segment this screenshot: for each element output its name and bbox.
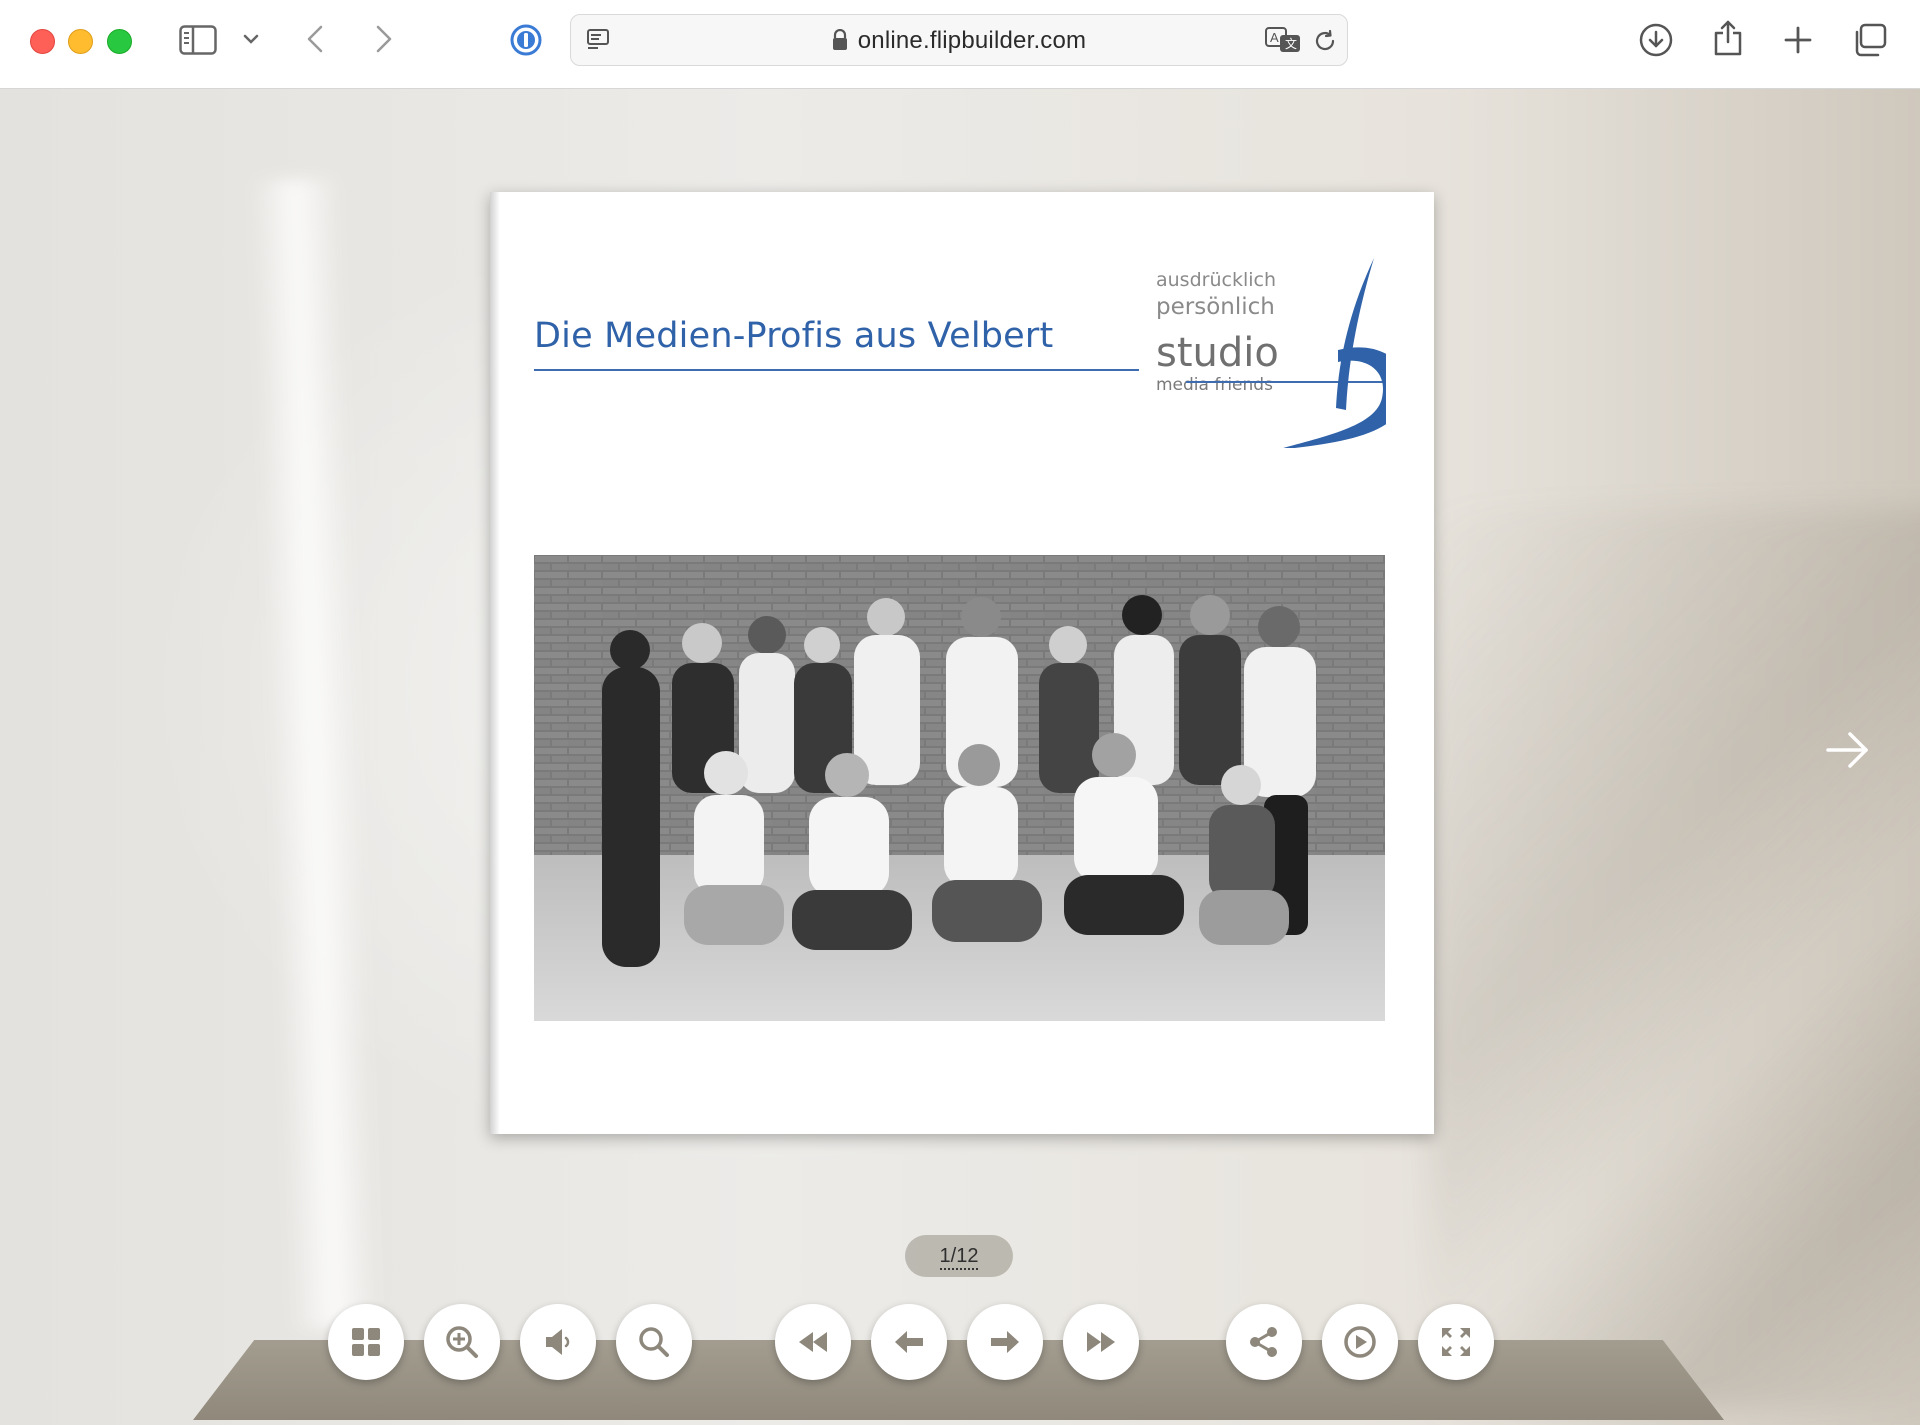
fullscreen-icon bbox=[1442, 1328, 1470, 1356]
sidebar-icon[interactable] bbox=[178, 22, 218, 58]
zoom-in-icon bbox=[446, 1326, 478, 1358]
address-bar[interactable]: online.flipbuilder.com A文 bbox=[570, 14, 1348, 66]
arrow-left-icon bbox=[895, 1331, 923, 1353]
fullscreen-button[interactable] bbox=[1418, 1304, 1494, 1380]
background-light-beam bbox=[249, 177, 381, 1331]
close-window-button[interactable] bbox=[30, 29, 55, 54]
previous-page-button[interactable] bbox=[871, 1304, 947, 1380]
thumbnails-button[interactable] bbox=[328, 1304, 404, 1380]
flipbook-stage: Die Medien-Profis aus Velbert ausdrückli… bbox=[0, 89, 1920, 1425]
next-page-button[interactable] bbox=[967, 1304, 1043, 1380]
lock-icon bbox=[832, 18, 848, 70]
team-photo bbox=[534, 555, 1385, 1021]
share-nodes-icon bbox=[1250, 1327, 1277, 1357]
browser-toolbar: online.flipbuilder.com A文 bbox=[0, 0, 1920, 89]
next-page-arrow-icon[interactable] bbox=[1826, 730, 1870, 775]
team-photo-illustration bbox=[534, 555, 1385, 1021]
page-title: Die Medien-Profis aus Velbert bbox=[534, 316, 1054, 356]
grid-icon bbox=[352, 1328, 380, 1356]
play-circle-icon bbox=[1344, 1326, 1376, 1358]
tab-overview-icon[interactable] bbox=[1852, 22, 1888, 58]
background-shadow bbox=[1430, 509, 1920, 1409]
zoom-in-button[interactable] bbox=[424, 1304, 500, 1380]
svg-text:A: A bbox=[1270, 30, 1279, 45]
arrow-right-icon bbox=[991, 1331, 1019, 1353]
search-icon bbox=[639, 1327, 669, 1357]
share-icon[interactable] bbox=[1710, 18, 1746, 58]
speaker-icon bbox=[546, 1329, 570, 1355]
first-page-button[interactable] bbox=[775, 1304, 851, 1380]
share-button[interactable] bbox=[1226, 1304, 1302, 1380]
control-bar-shelf bbox=[193, 1340, 1724, 1420]
sound-button[interactable] bbox=[520, 1304, 596, 1380]
downloads-icon[interactable] bbox=[1638, 22, 1674, 58]
url-display: online.flipbuilder.com bbox=[571, 15, 1347, 67]
page-counter[interactable]: 1/12 bbox=[905, 1235, 1013, 1277]
new-tab-plus-icon[interactable] bbox=[1782, 24, 1814, 56]
url-text: online.flipbuilder.com bbox=[857, 27, 1087, 54]
password-manager-icon[interactable] bbox=[510, 24, 542, 56]
book-page[interactable]: Die Medien-Profis aus Velbert ausdrückli… bbox=[490, 192, 1434, 1134]
last-page-button[interactable] bbox=[1063, 1304, 1139, 1380]
search-button[interactable] bbox=[616, 1304, 692, 1380]
chevron-down-icon[interactable] bbox=[240, 28, 262, 50]
autoplay-button[interactable] bbox=[1322, 1304, 1398, 1380]
fast-forward-icon bbox=[1087, 1332, 1115, 1352]
logo-b-swoosh-icon bbox=[1186, 258, 1386, 448]
title-underline bbox=[534, 369, 1139, 371]
svg-text:文: 文 bbox=[1285, 36, 1297, 51]
zoom-window-button[interactable] bbox=[107, 29, 132, 54]
minimize-window-button[interactable] bbox=[68, 29, 93, 54]
forward-arrow-icon[interactable] bbox=[372, 22, 396, 56]
rewind-icon bbox=[799, 1332, 827, 1352]
reload-icon[interactable] bbox=[1311, 27, 1339, 55]
translate-icon[interactable]: A文 bbox=[1263, 25, 1303, 55]
back-arrow-icon[interactable] bbox=[303, 22, 327, 56]
